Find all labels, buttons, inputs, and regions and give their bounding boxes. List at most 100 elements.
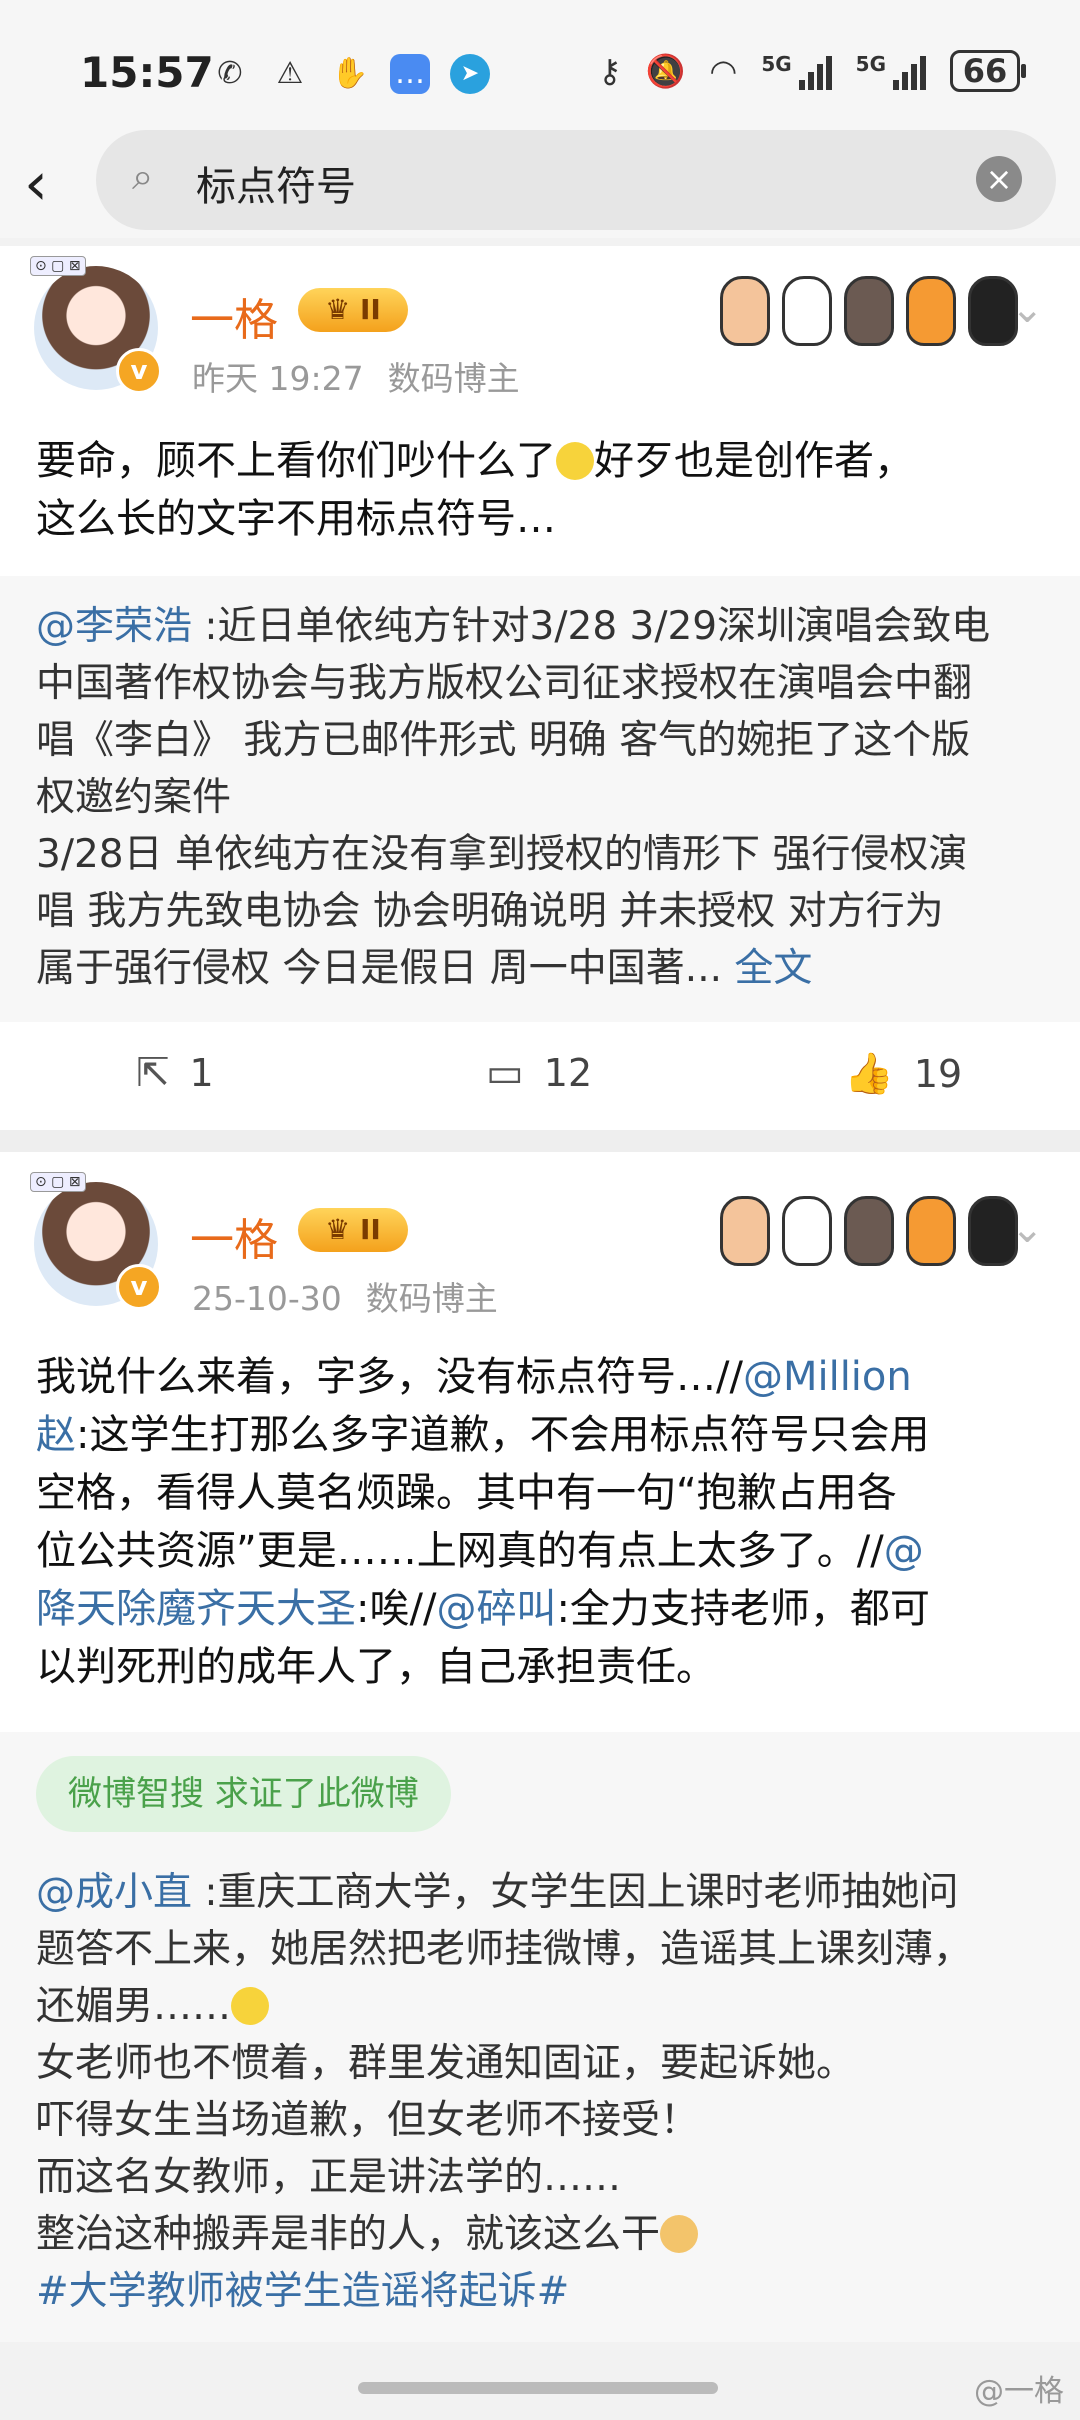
like-button[interactable]: 👍 19 [844,1050,962,1097]
hand-icon: ✋ [331,56,369,91]
thumbs-up-emoji-icon [660,2215,699,2253]
road-warning-icon: ⚠ [276,56,304,91]
signal-2-icon: 5G [856,52,926,90]
repost-line: 题答不上来，她居然把老师挂微博，造谣其上课刻薄， [36,1927,973,1972]
repost-line: 唱《李白》 我方已邮件形式 明确 客气的婉拒了这个版 [36,718,971,763]
reposted-content-2[interactable]: 微博智搜 求证了此微博 @成小直 :重庆工商大学，女学生因上课时老师抽她问 题答… [0,1732,1080,2342]
back-button[interactable]: ‹ [24,144,84,224]
repost-line: 而这名女教师，正是讲法学的…… [36,2155,622,2200]
comment-icon: ▭ [486,1050,524,1096]
author-name[interactable]: 一格 [190,1204,278,1268]
badge-level: II [360,1213,381,1246]
watermark: @一格 [974,2374,1064,2409]
messages-icon: … [390,54,430,94]
post-text-line: :全力支持老师，都可 [556,1586,930,1632]
paw-icon [782,276,832,346]
wifi-icon: ◠ [709,52,738,90]
member-crown-badge: ♛ II [298,1208,408,1252]
repost-line: 女老师也不惯着，群里发通知固证，要起诉她。 [36,2041,856,2086]
post-divider [0,1130,1080,1152]
avatar-sticker: ⊙ ▢ ⊠ [30,256,86,276]
mention-link[interactable]: @碎叫 [436,1586,556,1632]
repost-line: 整治这种搬弄是非的人，就该这么干 [36,2212,661,2257]
mute-bell-icon: 🔕 [645,52,686,90]
hashtag-link[interactable]: #大学教师被学生造谣将起诉# [36,2269,569,2314]
repost-button[interactable]: ⇱ 1 [136,1050,214,1096]
chevron-down-icon[interactable]: ⌄ [1010,1206,1044,1252]
repost-line: 属于强行侵权 今日是假日 周一中国著... [36,946,735,991]
paw-icon [906,276,956,346]
missed-call-icon: ✆ [217,56,243,91]
mention-link[interactable]: @李荣浩 [36,604,192,649]
post-text: 要命，顾不上看你们吵什么了 好歹也是创作者， 这么长的文字不用标点符号… [36,432,1044,548]
repost-text: @李荣浩 :近日单依纯方针对3/28 3/29深圳演唱会致电 中国著作权协会与我… [36,598,1050,997]
post-text-line: :这学生打那么多字道歉，不会用标点符号只会用 [76,1412,930,1458]
reposted-content-1[interactable]: @李荣浩 :近日单依纯方针对3/28 3/29深圳演唱会致电 中国著作权协会与我… [0,576,1080,1022]
mention-link[interactable]: 赵 [36,1412,76,1458]
repost-line: 吓得女生当场道歉，但女老师不接受！ [36,2098,700,2143]
post-text-line: 位公共资源”更是……上网真的有点上太多了。// [36,1528,884,1574]
repost-count: 1 [189,1051,214,1095]
post-card-2[interactable]: ⊙ ▢ ⊠ v 一格 ♛ II 25-10-30 数码博主 ⌄ 我说什么来着，字多… [0,1152,1080,1732]
gesture-bar[interactable] [358,2382,718,2394]
post-time: 昨天 19:27 [192,359,364,398]
paw-icon [720,276,770,346]
status-time: 15:57 [80,48,214,97]
like-count: 19 [913,1051,963,1096]
verified-badge-icon: v [116,1264,162,1310]
search-input[interactable]: 标点符号 [196,154,356,212]
paw-icon [844,276,894,346]
smile-emoji-icon [556,442,594,480]
post-meta: 25-10-30 数码博主 [192,1272,498,1320]
mention-link[interactable]: @成小直 [36,1870,192,1915]
avatar-sticker: ⊙ ▢ ⊠ [30,1172,86,1192]
status-bar: 15:57 ✆ ⚠ ✋ … ➤ ⚷ 🔕 ◠ 5G 5G 66 [0,0,1080,130]
mention-link[interactable]: @Million [743,1354,912,1400]
mention-link[interactable]: 降天除魔齐天大圣 [36,1586,356,1632]
repost-line: :近日单依纯方针对3/28 3/29深圳演唱会致电 [192,604,991,649]
avatar[interactable]: ⊙ ▢ ⊠ v [30,256,162,394]
chevron-down-icon[interactable]: ⌄ [1010,286,1044,332]
paw-icon [720,1196,770,1266]
cat-paws-decoration [720,276,1018,346]
post-text-line: 好歹也是创作者， [594,438,914,484]
full-text-link[interactable]: 全文 [734,946,812,991]
cat-paws-decoration [720,1196,1018,1266]
paw-icon [906,1196,956,1266]
post-card-1[interactable]: ⊙ ▢ ⊠ v 一格 ♛ II 昨天 19:27 数码博主 ⌄ 要命，顾不上看你们… [0,246,1080,576]
paw-icon [782,1196,832,1266]
post-time: 25-10-30 [192,1279,342,1318]
repost-line: 还媚男…… [36,1984,232,2029]
share-icon: ⇱ [136,1050,170,1096]
system-icons: ⚷ 🔕 ◠ 5G 5G 66 [598,50,1026,92]
repost-line: 唱 我方先致电协会 协会明确说明 并未授权 对方行为 [36,889,944,934]
comment-button[interactable]: ▭ 12 [486,1050,592,1096]
badge-level: II [360,293,381,326]
mention-link[interactable]: @ [884,1528,924,1574]
repost-line: 3/28日 单依纯方在没有拿到授权的情形下 强行侵权演 [36,832,968,877]
author-tag: 数码博主 [365,1279,498,1318]
author-name[interactable]: 一格 [190,284,278,348]
post-text-line: 我说什么来着，字多，没有标点符号…// [36,1354,743,1400]
avatar[interactable]: ⊙ ▢ ⊠ v [30,1172,162,1310]
repost-line: 中国著作权协会与我方版权公司征求授权在演唱会中翻 [36,661,973,706]
search-header: ‹ ⌕ 标点符号 × [0,130,1080,238]
author-tag: 数码博主 [387,359,520,398]
repost-line: 权邀约案件 [36,775,232,820]
key-icon: ⚷ [598,52,622,90]
network-type-1: 5G [761,52,792,76]
clear-search-button[interactable]: × [976,156,1022,202]
notification-icons: ✆ ⚠ ✋ … ➤ [210,54,490,94]
member-crown-badge: ♛ II [298,288,408,332]
network-type-2: 5G [855,52,886,76]
verified-badge-icon: v [116,348,162,394]
repost-text: @成小直 :重庆工商大学，女学生因上课时老师抽她问 题答不上来，她居然把老师挂微… [36,1864,1050,2320]
post-text-line: 空格，看得人莫名烦躁。其中有一句“抱歉占用各 [36,1470,897,1516]
comment-count: 12 [543,1051,593,1095]
repost-line: :重庆工商大学，女学生因上课时老师抽她问 [192,1870,959,1915]
search-icon: ⌕ [132,154,154,198]
search-box[interactable]: ⌕ 标点符号 × [96,130,1056,230]
thumbs-up-icon: 👍 [844,1051,894,1097]
post-actions-1: ⇱ 1 ▭ 12 👍 19 [0,1022,1080,1130]
verify-pill[interactable]: 微博智搜 求证了此微博 [36,1756,451,1832]
